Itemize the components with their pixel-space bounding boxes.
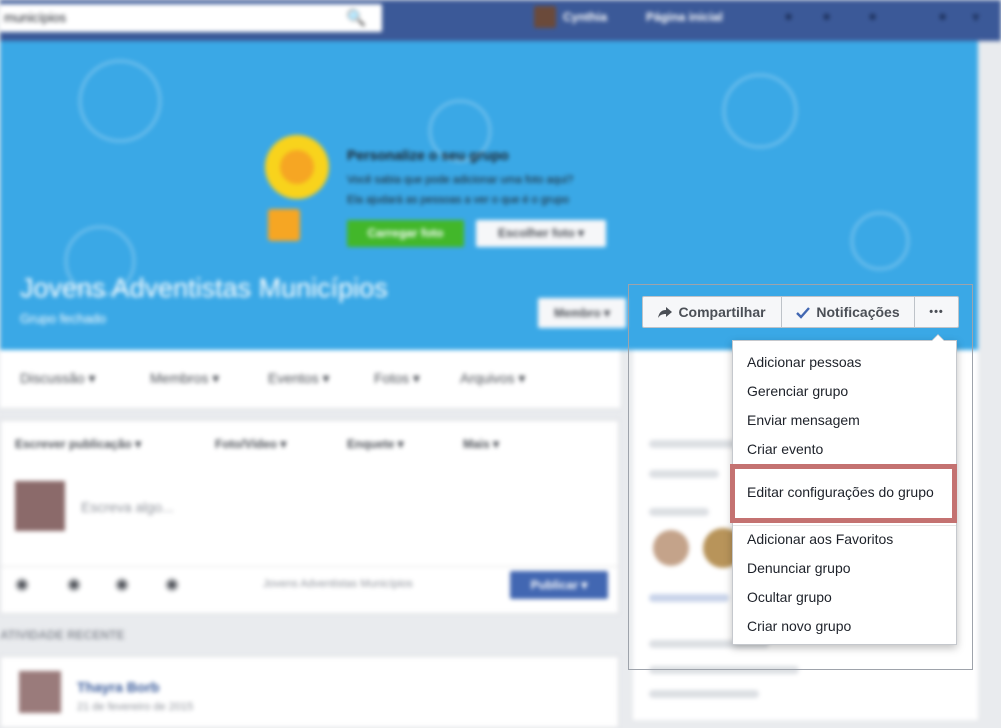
- promo-line-1: Você sabia que pode adicionar uma foto a…: [347, 174, 574, 186]
- tab-files[interactable]: Arquivos ▾: [460, 370, 525, 387]
- membership-button[interactable]: Membro ▾: [538, 298, 626, 328]
- home-link[interactable]: Página inicial: [646, 10, 723, 24]
- menu-item-add-favorites[interactable]: Adicionar aos Favoritos: [747, 531, 893, 547]
- help-icon[interactable]: ●: [938, 8, 958, 26]
- feeling-icon[interactable]: ◉: [115, 574, 135, 594]
- post-author-link[interactable]: Thayra Borb: [77, 679, 159, 695]
- user-name-link[interactable]: Cynthia: [563, 10, 607, 24]
- highlighted-menu-item: Editar configurações do grupo: [730, 464, 957, 523]
- composer-target-group: Jovens Adventistas Municípios: [263, 578, 413, 590]
- promo-title: Personalize o seu grupo: [347, 147, 509, 163]
- composer-tab-poll[interactable]: Enquete ▾: [347, 437, 404, 451]
- top-navigation-bar: municípios 🔍 Cynthia Página inicial ● ● …: [0, 0, 1001, 41]
- post-date[interactable]: 21 de fevereiro de 2015: [77, 701, 193, 713]
- tag-people-icon[interactable]: ◉: [67, 574, 87, 594]
- menu-item-report-group[interactable]: Denunciar grupo: [747, 560, 851, 576]
- group-action-bar: Compartilhar Notificações •••: [642, 296, 959, 328]
- composer-input[interactable]: Escreva algo...: [81, 499, 174, 515]
- dropdown-caret: [931, 334, 945, 341]
- composer-tab-more[interactable]: Mais ▾: [463, 437, 499, 451]
- camera-icon[interactable]: ◉: [15, 574, 35, 594]
- search-icon[interactable]: 🔍: [346, 8, 366, 28]
- friend-requests-icon[interactable]: ●: [784, 8, 804, 26]
- promo-line-2: Ela ajudará as pessoas a ver o que é o g…: [347, 194, 569, 206]
- sunflower-illustration-icon: [265, 135, 329, 199]
- menu-item-hide-group[interactable]: Ocultar grupo: [747, 589, 832, 605]
- composer-tab-post[interactable]: Escrever publicação ▾: [15, 437, 141, 451]
- menu-item-send-message[interactable]: Enviar mensagem: [747, 412, 860, 428]
- tab-events[interactable]: Eventos ▾: [268, 370, 330, 387]
- tab-members[interactable]: Membros ▾: [150, 370, 219, 387]
- messages-icon[interactable]: ●: [822, 8, 842, 26]
- share-label: Compartilhar: [678, 304, 766, 320]
- menu-item-edit-group-settings[interactable]: Editar configurações do grupo: [747, 484, 934, 500]
- sidebar-placeholder-line: [649, 690, 759, 698]
- tab-discussion[interactable]: Discussão ▾: [20, 370, 96, 387]
- notifications-button[interactable]: Notificações: [782, 297, 914, 327]
- flower-pot-icon: [268, 209, 300, 241]
- user-avatar[interactable]: [534, 6, 556, 28]
- group-tabs: Discussão ▾ Membros ▾ Eventos ▾ Fotos ▾ …: [0, 350, 620, 409]
- group-privacy-label: Grupo fechado: [20, 311, 107, 326]
- notifications-label: Notificações: [816, 304, 900, 320]
- choose-photo-button[interactable]: Escolher foto ▾: [476, 220, 606, 247]
- group-title: Jovens Adventistas Municípios: [20, 273, 388, 303]
- checkmark-icon: [796, 307, 811, 319]
- publish-button[interactable]: Publicar ▾: [510, 571, 608, 599]
- composer-avatar: [15, 481, 65, 531]
- account-menu-icon[interactable]: ▾: [972, 8, 992, 26]
- feed-post: Thayra Borb 21 de fevereiro de 2015: [0, 656, 619, 728]
- tab-photos[interactable]: Fotos ▾: [374, 370, 420, 387]
- menu-item-create-new-group[interactable]: Criar novo grupo: [747, 618, 851, 634]
- upload-photo-button[interactable]: Carregar foto: [347, 220, 464, 247]
- search-value: municípios: [4, 10, 67, 25]
- composer-divider: [1, 566, 618, 567]
- more-options-button[interactable]: •••: [915, 297, 958, 327]
- recent-activity-header: ATIVIDADE RECENTE: [0, 628, 125, 642]
- share-button[interactable]: Compartilhar: [643, 297, 781, 327]
- menu-item-create-event[interactable]: Criar evento: [747, 441, 823, 457]
- location-icon[interactable]: ◉: [165, 574, 185, 594]
- composer-tab-photo[interactable]: Foto/Vídeo ▾: [215, 437, 286, 451]
- post-composer: Escrever publicação ▾ Foto/Vídeo ▾ Enque…: [0, 420, 619, 614]
- menu-item-add-people[interactable]: Adicionar pessoas: [747, 354, 861, 370]
- menu-divider: [733, 525, 956, 526]
- post-author-avatar[interactable]: [19, 671, 61, 713]
- notifications-icon[interactable]: ●: [868, 8, 888, 26]
- share-arrow-icon: [658, 307, 673, 318]
- search-input[interactable]: municípios 🔍: [0, 4, 382, 32]
- menu-item-manage-group[interactable]: Gerenciar grupo: [747, 383, 848, 399]
